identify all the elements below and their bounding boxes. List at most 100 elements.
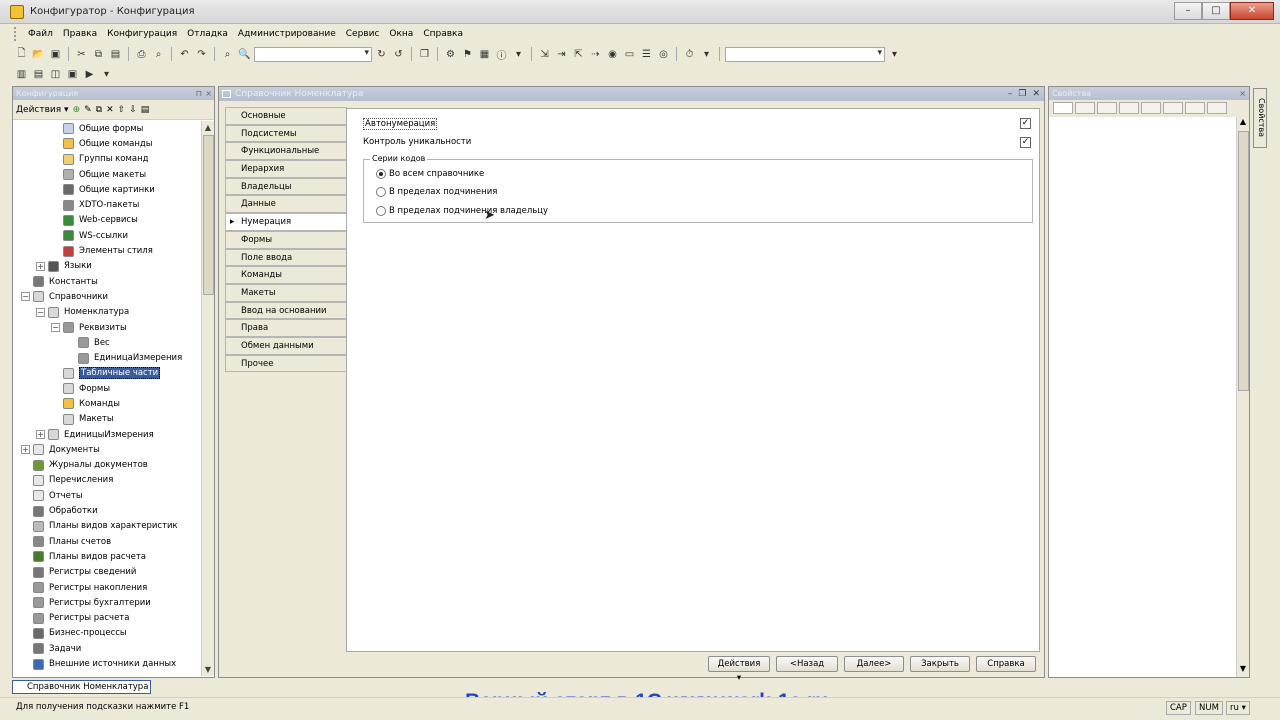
method-combo[interactable] (725, 46, 885, 62)
tab-4[interactable]: Владельцы (225, 177, 347, 196)
new-icon[interactable]: 🗋 (14, 47, 29, 62)
tree-item[interactable]: Бизнес-процессы (13, 626, 202, 641)
config-window-icon[interactable]: ▥ (14, 67, 29, 82)
expand-icon[interactable]: + (36, 430, 45, 440)
tab-7[interactable]: Формы (225, 230, 347, 249)
series-option-whole-catalog[interactable]: Во всем справочнике (376, 169, 484, 179)
call-stack-icon[interactable]: ☰ (639, 47, 654, 62)
timer-icon[interactable]: ⏱ (682, 47, 697, 62)
menu-windows[interactable]: Окна (384, 29, 418, 39)
tree-item[interactable]: Web-сервисы (13, 213, 202, 228)
compare-icon[interactable]: ◫ (48, 67, 63, 82)
series-option-within-subordination[interactable]: В пределах подчинения (376, 187, 497, 197)
tree-item[interactable]: Отчеты (13, 488, 202, 503)
tree-item[interactable]: Планы видов характеристик (13, 519, 202, 534)
tree-item[interactable]: Планы видов расчета (13, 549, 202, 564)
tree-item[interactable]: Константы (13, 274, 202, 289)
evaluate-icon[interactable]: ▭ (622, 47, 637, 62)
paste-icon[interactable]: ▤ (108, 47, 123, 62)
tree-item[interactable]: − Номенклатура (13, 305, 202, 320)
tree-item[interactable]: Табличные части (13, 366, 202, 381)
tree-item[interactable]: Вес (13, 335, 202, 350)
close-button[interactable]: Закрыть (910, 656, 970, 672)
tree-item[interactable]: ЕдиницаИзмерения (13, 350, 202, 365)
tab-11[interactable]: Ввод на основании (225, 301, 347, 320)
database-icon[interactable]: ▤ (31, 67, 46, 82)
back-button[interactable]: <Назад (776, 656, 838, 672)
properties-tab[interactable] (1097, 102, 1117, 114)
menu-service[interactable]: Сервис (341, 29, 385, 39)
scroll-down-icon[interactable]: ▼ (202, 663, 214, 676)
menu-help[interactable]: Справка (418, 29, 468, 39)
expand-icon[interactable]: + (36, 261, 45, 271)
radio-dot[interactable] (376, 187, 386, 197)
scroll-up-icon[interactable]: ▲ (1237, 117, 1249, 130)
expand-icon[interactable]: + (21, 445, 30, 455)
tree-item[interactable]: Регистры бухгалтерии (13, 595, 202, 610)
tab-14[interactable]: Прочее (225, 354, 347, 373)
tab-10[interactable]: Макеты (225, 283, 347, 302)
uniqueness-checkbox[interactable]: ✓ (1020, 137, 1031, 148)
redo-icon[interactable]: ↷ (194, 47, 209, 62)
chevron-down-icon[interactable]: ▾ (887, 47, 902, 62)
collapse-icon[interactable]: − (36, 307, 45, 317)
properties-tab[interactable] (1141, 102, 1161, 114)
print-icon[interactable]: ⎙ (134, 47, 149, 62)
tab-8[interactable]: Поле ввода (225, 248, 347, 267)
menu-file[interactable]: Файл (23, 29, 58, 39)
copy-icon[interactable]: ⧉ (96, 105, 102, 115)
tree-item[interactable]: Макеты (13, 412, 202, 427)
maximize-button[interactable]: □ (1202, 2, 1230, 20)
tree-item[interactable]: Общие команды (13, 136, 202, 151)
tree-item[interactable]: Формы (13, 381, 202, 396)
step-out-icon[interactable]: ⇱ (571, 47, 586, 62)
properties-tab[interactable] (1119, 102, 1139, 114)
move-down-icon[interactable]: ⇩ (129, 105, 137, 115)
chevron-down-icon[interactable]: ▾ (99, 67, 114, 82)
tab-0[interactable]: Основные (225, 107, 347, 125)
step-into-icon[interactable]: ⇲ (537, 47, 552, 62)
cut-icon[interactable]: ✂ (74, 47, 89, 62)
radio-dot[interactable] (376, 206, 386, 216)
delete-icon[interactable]: ✕ (106, 105, 114, 115)
close-icon[interactable]: × (205, 87, 212, 100)
open-icon[interactable]: 📂 (31, 47, 46, 62)
tab-13[interactable]: Обмен данными (225, 336, 347, 355)
preview-icon[interactable]: ⌕ (151, 47, 166, 62)
tree-item[interactable]: Элементы стиля (13, 243, 202, 258)
tree-item[interactable]: + Языки (13, 259, 202, 274)
collapse-icon[interactable]: − (51, 323, 60, 332)
chevron-down-icon[interactable]: ▾ (511, 47, 526, 62)
properties-side-tab[interactable]: Свойства (1253, 88, 1267, 148)
actions-button[interactable]: Действия ▾ (708, 656, 770, 683)
tree-item[interactable]: Обработки (13, 503, 202, 518)
tree-item[interactable]: Регистры расчета (13, 611, 202, 626)
tree-item[interactable]: − Реквизиты (13, 320, 202, 335)
run-to-cursor-icon[interactable]: ⇢ (588, 47, 603, 62)
autonumbering-checkbox[interactable]: ✓ (1020, 118, 1031, 129)
tree-item[interactable]: Перечисления (13, 473, 202, 488)
tree-item[interactable]: + Документы (13, 442, 202, 457)
step-over-icon[interactable]: ⇥ (554, 47, 569, 62)
tree-item[interactable]: Общие формы (13, 121, 202, 136)
properties-tab[interactable] (1207, 102, 1227, 114)
radio-dot[interactable] (376, 169, 386, 179)
tree-item[interactable]: Задачи (13, 641, 202, 656)
language-indicator[interactable]: ru ▾ (1226, 701, 1250, 715)
tab-3[interactable]: Иерархия (225, 160, 347, 178)
menu-administration[interactable]: Администрирование (233, 29, 341, 39)
edit-icon[interactable]: ✎ (84, 105, 92, 115)
tree-item[interactable]: Регистры сведений (13, 565, 202, 580)
tree-item[interactable]: Журналы документов (13, 458, 202, 473)
syntax-icon[interactable]: ⚑ (460, 47, 475, 62)
info-icon[interactable]: ⓘ (494, 47, 509, 62)
tree-actions-button[interactable]: Действия ▾ (16, 105, 69, 115)
properties-tab[interactable] (1053, 102, 1073, 114)
debug-icon[interactable]: ⚙ (443, 47, 458, 62)
run-icon[interactable]: ▶ (82, 67, 97, 82)
update-db-icon[interactable]: ▣ (65, 67, 80, 82)
menu-debug[interactable]: Отладка (182, 29, 233, 39)
help-button[interactable]: Справка (976, 656, 1036, 672)
tree-item[interactable]: − Справочники (13, 289, 202, 304)
tab-12[interactable]: Права (225, 319, 347, 337)
